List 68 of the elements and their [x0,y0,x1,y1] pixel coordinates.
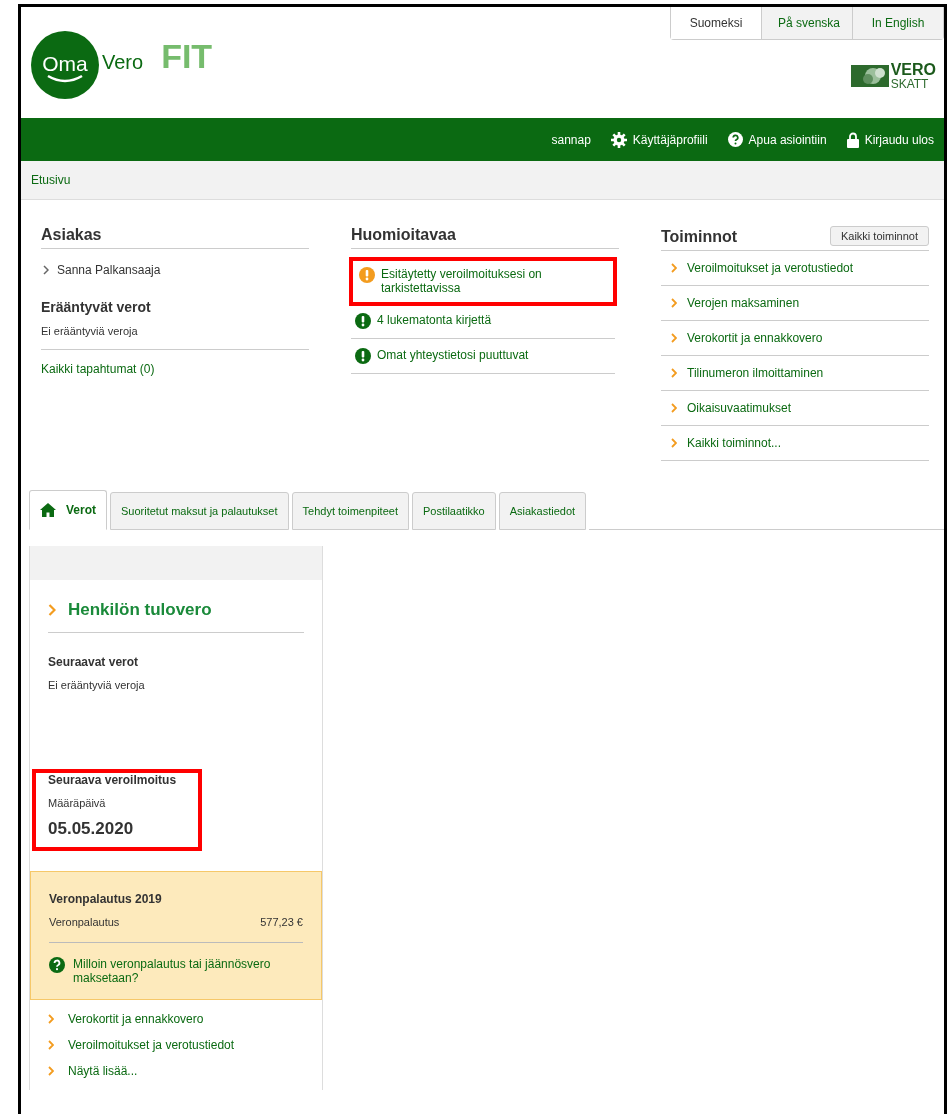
section-title: Asiakas [41,226,309,249]
action-link[interactable]: Tilinumeron ilmoittaminen [661,356,929,391]
info-icon [355,348,371,364]
tab[interactable]: Tehdyt toimenpiteet [291,492,409,530]
section-title: Huomioitavaa [351,226,619,249]
logo-text: Oma [42,51,88,76]
panel-link[interactable]: Verokortit ja ennakkovero [48,1012,304,1026]
chevron-icon [671,438,677,448]
gear-icon [610,131,627,148]
customer-link[interactable]: Sanna Palkansaaja [43,263,309,277]
tab[interactable]: Postilaatikko [411,492,496,530]
chevron-icon [671,298,677,308]
language-tab[interactable]: På svenska [761,7,852,39]
panel-link[interactable]: Näytä lisää... [48,1064,304,1078]
logo-text: Vero [102,51,144,74]
deadline-label: Määräpäivä [48,797,107,809]
breadcrumb-link[interactable]: Etusivu [31,173,71,187]
chevron-icon [671,333,677,343]
user-name: sannap [551,132,591,147]
refund-title: Veronpalautus 2019 [49,892,163,906]
action-link[interactable]: Verojen maksaminen [661,286,929,321]
help-icon [49,957,65,973]
chevron-icon [671,263,677,273]
tree-emblem-icon [850,65,889,87]
chevron-icon [43,265,49,275]
notice-link[interactable]: 4 lukematonta kirjettä [355,313,611,329]
chevron-icon [48,1066,54,1076]
chevron-icon [48,1040,54,1050]
action-link[interactable]: Veroilmoitukset ja verotustiedot [661,251,929,286]
chevron-icon [48,1014,54,1024]
panel-title-link[interactable]: Henkilön tulovero [48,600,304,633]
refund-amount: 577,23 € [260,916,303,928]
brand-text: SKATT [890,78,930,90]
tab[interactable]: Asiakastiedot [498,492,587,530]
home-icon [40,503,56,517]
events-link[interactable]: Kaikki tapahtumat (0) [41,362,309,376]
refund-label: Veronpalautus [49,916,120,928]
smile-icon [45,73,85,84]
deadline-date: 05.05.2020 [48,819,135,839]
status-text: Ei erääntyviä veroja [41,325,139,337]
tab[interactable]: Suoritetut maksut ja palautukset [110,492,289,530]
lock-icon [846,131,859,148]
info-icon [355,313,371,329]
user-link[interactable]: Kirjaudu ulos [846,131,934,148]
chevron-icon [48,604,56,616]
action-link[interactable]: Verokortit ja ennakkovero [661,321,929,356]
action-link[interactable]: Kaikki toiminnot... [661,426,929,461]
logo-suffix: FIT [161,37,213,76]
panel-link[interactable]: Veroilmoitukset ja verotustiedot [48,1038,304,1052]
question-link[interactable]: Milloin veronpalautus tai jäännösvero maksetaan? [49,957,303,985]
warning-icon [359,267,375,283]
notice-link[interactable]: Esitäytetty veroilmoituksesi on tarkistettavissa [359,267,607,295]
action-link[interactable]: Oikaisuvaatimukset [661,391,929,426]
brand-text: VERO [890,62,936,78]
chevron-icon [671,368,677,378]
section-subtitle: Seuraavat verot [48,655,140,669]
section-title: Toiminnot [661,228,738,246]
all-actions-button[interactable]: Kaikki toiminnot [829,226,929,246]
deadline-title: Seuraava veroilmoitus [48,773,178,787]
chevron-icon [671,403,677,413]
section-subtitle: Erääntyvät verot [41,299,152,315]
tab[interactable]: Verot [29,490,107,530]
language-tab[interactable]: In English [852,7,943,39]
notice-link[interactable]: Omat yhteystietosi puuttuvat [355,348,611,364]
user-link[interactable]: Käyttäjäprofiili [610,131,708,148]
help-icon [727,132,743,147]
status-text: Ei erääntyviä veroja [48,679,146,691]
user-link[interactable]: Apua asiointiin [727,132,827,147]
